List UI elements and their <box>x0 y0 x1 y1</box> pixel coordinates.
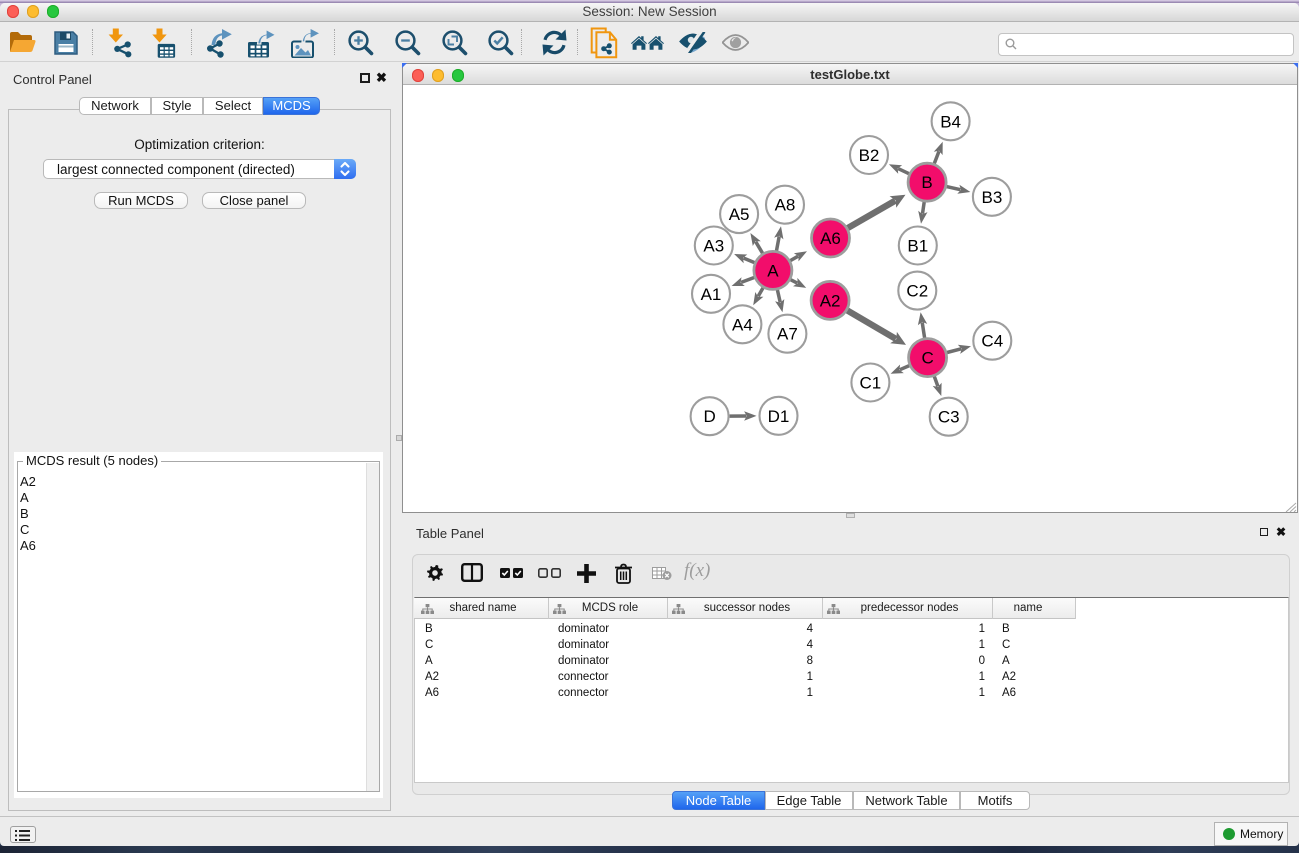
svg-text:A7: A7 <box>777 325 798 344</box>
svg-text:A8: A8 <box>775 196 796 215</box>
svg-text:A1: A1 <box>701 285 722 304</box>
svg-text:A: A <box>767 261 779 280</box>
svg-text:B4: B4 <box>940 112 961 131</box>
svg-text:A3: A3 <box>703 237 724 256</box>
svg-text:D1: D1 <box>768 407 790 426</box>
svg-text:B1: B1 <box>907 237 928 256</box>
svg-text:A5: A5 <box>729 205 750 224</box>
svg-text:A4: A4 <box>732 315 753 334</box>
svg-text:C1: C1 <box>860 374 882 393</box>
svg-text:C4: C4 <box>981 332 1003 351</box>
svg-text:A2: A2 <box>820 291 841 310</box>
svg-text:A6: A6 <box>820 229 841 248</box>
svg-text:C3: C3 <box>938 408 960 427</box>
svg-text:B: B <box>921 173 932 192</box>
svg-text:C2: C2 <box>906 282 928 301</box>
svg-text:B2: B2 <box>859 146 880 165</box>
svg-text:C: C <box>921 349 933 368</box>
svg-text:D: D <box>703 407 715 426</box>
svg-text:B3: B3 <box>982 188 1003 207</box>
